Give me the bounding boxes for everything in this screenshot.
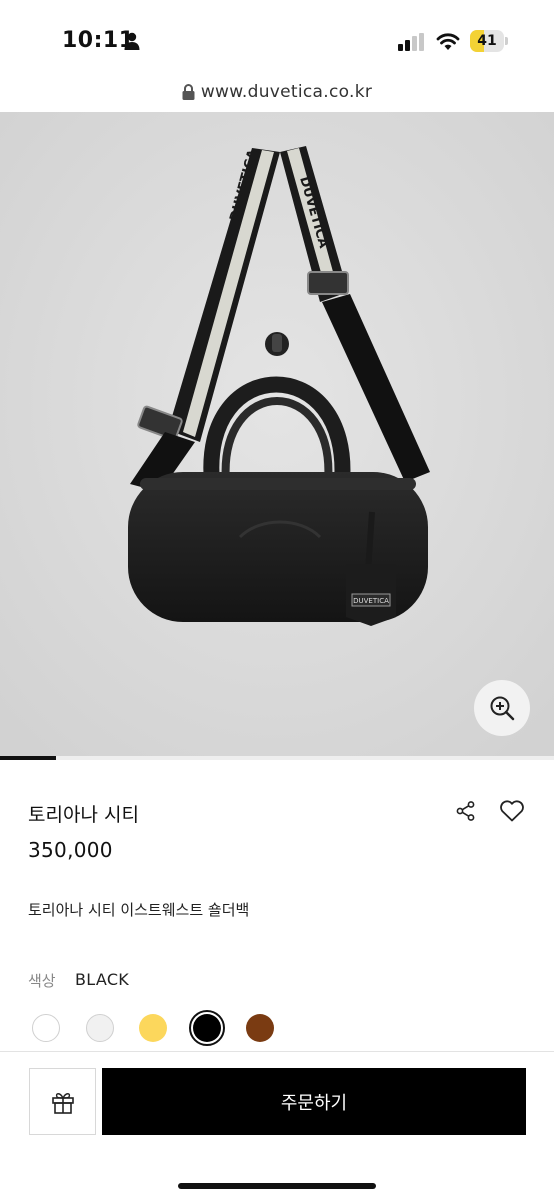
- gift-button[interactable]: [29, 1068, 96, 1135]
- product-price: 350,000: [28, 838, 113, 862]
- address-bar[interactable]: www.duvetica.co.kr: [0, 82, 554, 110]
- heart-icon[interactable]: [499, 799, 525, 823]
- slide-indicator-active: [0, 756, 56, 760]
- color-label: 색상: [28, 972, 56, 990]
- gift-icon: [51, 1092, 74, 1114]
- battery-icon: 41: [470, 30, 508, 52]
- zoom-in-icon: [490, 696, 515, 721]
- selected-swatch-ring: [189, 1010, 225, 1046]
- color-value: BLACK: [75, 970, 130, 989]
- order-button[interactable]: 주문하기: [102, 1068, 526, 1135]
- home-indicator[interactable]: [178, 1183, 376, 1189]
- image-slide-indicator: [0, 756, 554, 760]
- product-image[interactable]: DUVETICA DUVETICA DUVETICA: [0, 112, 554, 756]
- color-swatch[interactable]: [139, 1014, 167, 1042]
- signal-icon: [398, 33, 424, 51]
- bag-illustration: DUVETICA DUVETICA DUVETICA: [0, 112, 554, 756]
- wifi-icon: [436, 33, 460, 50]
- color-swatch[interactable]: [32, 1014, 60, 1042]
- zoom-button[interactable]: [474, 680, 530, 736]
- color-swatch[interactable]: [246, 1014, 274, 1042]
- battery-cap: [505, 37, 508, 45]
- url-text: www.duvetica.co.kr: [200, 82, 373, 102]
- lock-icon: [182, 84, 195, 100]
- color-swatch[interactable]: [86, 1014, 114, 1042]
- battery-level: 41: [477, 33, 497, 49]
- status-bar: 10:11 41: [0, 0, 554, 80]
- product-description: 토리아나 시티 이스트웨스트 숄더백: [28, 901, 250, 919]
- bottom-action-bar: 주문하기: [0, 1051, 554, 1200]
- product-name: 토리아나 시티: [28, 804, 139, 826]
- hang-tag-label: DUVETICA: [353, 597, 389, 605]
- battery-body: 41: [470, 30, 504, 52]
- person-icon: [124, 32, 140, 50]
- share-icon[interactable]: [455, 800, 477, 822]
